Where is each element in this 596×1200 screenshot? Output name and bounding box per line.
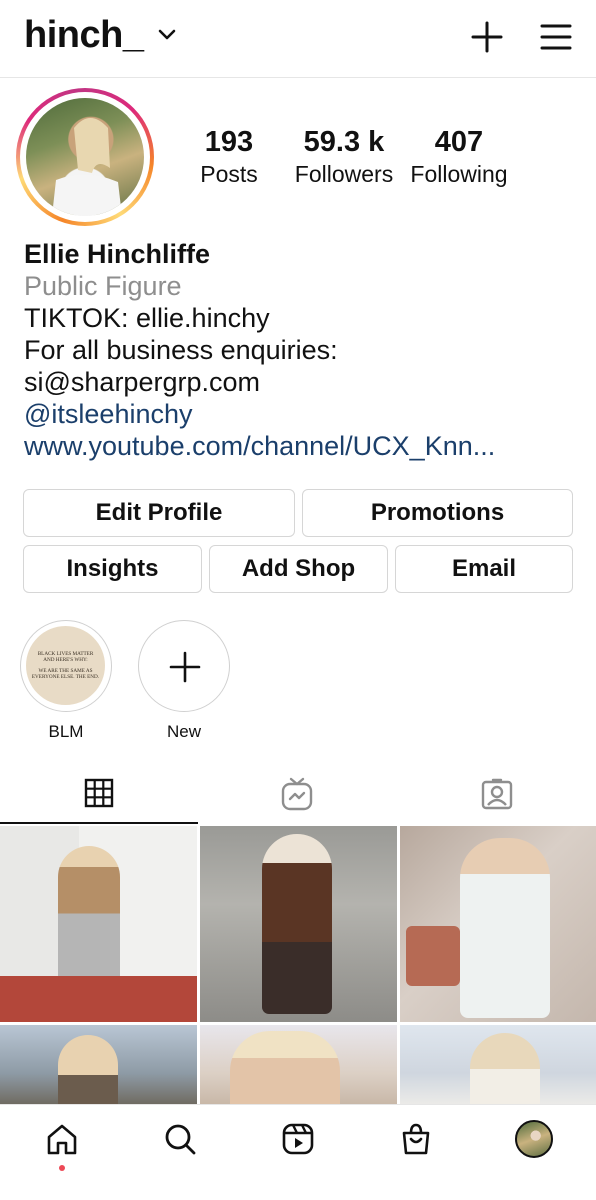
- highlight-label: BLM: [48, 722, 84, 741]
- highlight-cover-text: AND HERE'S WHY:: [43, 657, 88, 663]
- profile-name: Ellie Hinchliffe: [24, 239, 211, 269]
- add-shop-button[interactable]: Add Shop: [209, 545, 388, 593]
- profile-avatar-ring[interactable]: [16, 88, 154, 226]
- nav-reels[interactable]: [278, 1119, 318, 1159]
- post-thumbnail[interactable]: [0, 1025, 197, 1105]
- profile-bio: Ellie Hinchliffe Public Figure TIKTOK: e…: [24, 238, 584, 462]
- nav-shop[interactable]: [396, 1119, 436, 1159]
- avatar-figure: [52, 118, 122, 216]
- username-title[interactable]: hinch_: [24, 14, 144, 57]
- insights-button[interactable]: Insights: [23, 545, 202, 593]
- bio-line: For all business enquiries:: [24, 335, 338, 365]
- grid-icon: [84, 778, 114, 808]
- followers-label: Followers: [294, 161, 394, 187]
- nav-home[interactable]: [42, 1119, 82, 1159]
- plus-icon: [169, 651, 201, 683]
- bio-line: TIKTOK: ellie.hinchy: [24, 303, 270, 333]
- bio-line: si@sharpergrp.com: [24, 367, 260, 397]
- profile-category: Public Figure: [24, 271, 182, 301]
- nav-profile[interactable]: [514, 1119, 554, 1159]
- post-thumbnail[interactable]: [200, 826, 397, 1022]
- highlight-new[interactable]: New: [134, 620, 234, 742]
- highlight-circle: BLACK LIVES MATTER AND HERE'S WHY: WE AR…: [20, 620, 112, 712]
- highlight-label: New: [166, 722, 201, 741]
- email-button[interactable]: Email: [395, 545, 573, 593]
- tab-igtv[interactable]: [198, 764, 396, 824]
- profile-avatar: [515, 1120, 553, 1158]
- avatar-border: [20, 92, 150, 222]
- igtv-icon: [281, 777, 313, 811]
- following-stat[interactable]: 407 Following: [404, 126, 514, 188]
- highlight-circle: [138, 620, 230, 712]
- followers-stat[interactable]: 59.3 k Followers: [288, 126, 400, 188]
- posts-label: Posts: [200, 161, 258, 187]
- tab-tagged[interactable]: [398, 764, 596, 824]
- highlight-blm[interactable]: BLACK LIVES MATTER AND HERE'S WHY: WE AR…: [16, 620, 116, 742]
- bottom-navigation: [0, 1104, 596, 1200]
- post-thumbnail[interactable]: [400, 1025, 596, 1105]
- shop-icon: [402, 1123, 430, 1155]
- posts-stat[interactable]: 193 Posts: [190, 126, 268, 188]
- bio-website-link[interactable]: www.youtube.com/channel/UCX_Knn...: [24, 430, 564, 462]
- edit-profile-button[interactable]: Edit Profile: [23, 489, 295, 537]
- following-label: Following: [410, 161, 508, 187]
- following-count: 407: [434, 126, 484, 158]
- post-thumbnail[interactable]: [0, 826, 197, 1022]
- post-thumbnail[interactable]: [200, 1025, 397, 1105]
- chevron-down-icon[interactable]: [158, 28, 176, 42]
- followers-count: 59.3 k: [303, 126, 385, 158]
- search-icon: [165, 1124, 196, 1155]
- tagged-icon: [481, 778, 513, 810]
- highlight-cover-text: EVERYONE ELSE. THE END.: [31, 674, 100, 680]
- home-icon: [47, 1124, 77, 1155]
- top-header: hinch_: [0, 0, 596, 78]
- menu-icon[interactable]: [540, 22, 572, 52]
- create-plus-icon[interactable]: [470, 20, 504, 54]
- posts-count: 193: [204, 126, 254, 158]
- nav-search[interactable]: [160, 1119, 200, 1159]
- notification-dot: [59, 1165, 65, 1171]
- profile-avatar: [26, 98, 144, 216]
- bio-mention-link[interactable]: @itsleehinchy: [24, 398, 564, 430]
- promotions-button[interactable]: Promotions: [302, 489, 573, 537]
- reels-icon: [282, 1123, 314, 1155]
- tab-grid[interactable]: [0, 764, 198, 824]
- post-thumbnail[interactable]: [400, 826, 596, 1022]
- highlight-cover: BLACK LIVES MATTER AND HERE'S WHY: WE AR…: [26, 626, 105, 705]
